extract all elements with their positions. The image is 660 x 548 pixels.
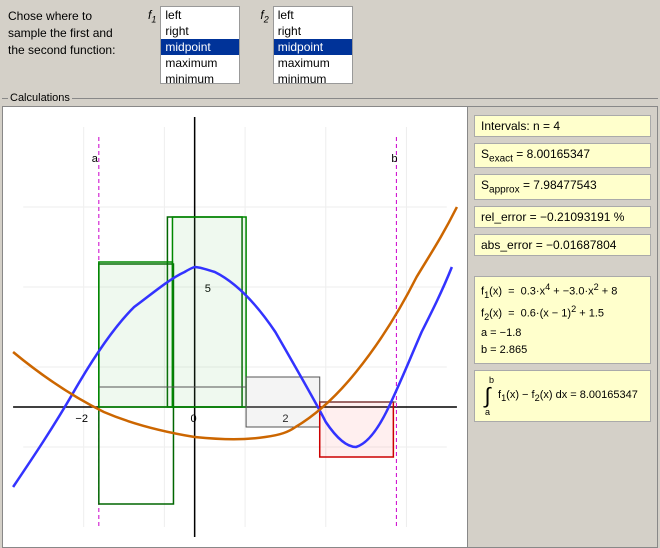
f2-left[interactable]: left: [274, 7, 352, 23]
f1-right[interactable]: right: [161, 23, 239, 39]
svg-text:−2: −2: [75, 413, 88, 425]
b-value: b = 2.865: [481, 342, 644, 360]
f2-label: f2: [260, 8, 268, 24]
svg-text:a: a: [92, 153, 99, 165]
instruction-line3: the second function:: [8, 43, 115, 57]
f1-maximum[interactable]: maximum: [161, 55, 239, 71]
rel-error-value: rel_error = −0.21093191 %: [481, 210, 624, 224]
f2-maximum[interactable]: maximum: [274, 55, 352, 71]
rel-error-box: rel_error = −0.21093191 %: [474, 206, 651, 228]
intervals-label: Intervals: n = 4: [481, 119, 560, 133]
formula2-line: f2(x) = 0.6·(x − 1)2 + 1.5: [481, 302, 644, 325]
svg-text:b: b: [391, 153, 397, 165]
main-area: −2 0 2 5 a b: [2, 106, 658, 548]
right-panel: Intervals: n = 4 Sexact = 8.00165347 Sap…: [467, 107, 657, 547]
integral-expression: f1(x) − f2(x) dx = 8.00165347: [498, 389, 638, 403]
f2-listbox[interactable]: left right midpoint maximum minimum: [273, 6, 353, 84]
s-approx-box: Sapprox = 7.98477543: [474, 174, 651, 199]
f1-selector: f1 left right midpoint maximum minimum: [148, 6, 240, 84]
formula-box: f1(x) = 0.3·x4 + −3.0·x2 + 8 f2(x) = 0.6…: [474, 276, 651, 364]
f1-midpoint[interactable]: midpoint: [161, 39, 239, 55]
abs-error-box: abs_error = −0.01687804: [474, 234, 651, 256]
f2-selector: f2 left right midpoint maximum minimum: [260, 6, 352, 84]
f1-listbox[interactable]: left right midpoint maximum minimum: [160, 6, 240, 84]
s-exact-box: Sexact = 8.00165347: [474, 143, 651, 168]
graph-area: −2 0 2 5 a b: [3, 107, 467, 547]
calc-label: Calculations: [8, 92, 72, 104]
f2-minimum[interactable]: minimum: [274, 71, 352, 84]
f1-label: f1: [148, 8, 156, 24]
svg-text:0: 0: [191, 413, 197, 425]
f2-midpoint[interactable]: midpoint: [274, 39, 352, 55]
s-exact-label: Sexact: [481, 147, 513, 161]
s-approx-label: Sapprox: [481, 178, 520, 192]
graph-svg: −2 0 2 5 a b: [3, 107, 467, 547]
instruction-text: Chose where to sample the first and the …: [8, 6, 138, 58]
s-approx-value: = 7.98477543: [523, 178, 597, 192]
intervals-box: Intervals: n = 4: [474, 115, 651, 137]
f2-right[interactable]: right: [274, 23, 352, 39]
integral-box: b ∫ a f1(x) − f2(x) dx = 8.00165347: [474, 370, 651, 422]
f1-minimum[interactable]: minimum: [161, 71, 239, 84]
abs-error-value: abs_error = −0.01687804: [481, 238, 616, 252]
f1-left[interactable]: left: [161, 7, 239, 23]
a-value: a = −1.8: [481, 325, 644, 343]
s-exact-value: = 8.00165347: [516, 147, 590, 161]
integral-symbol: ∫: [484, 385, 490, 407]
formula1-line: f1(x) = 0.3·x4 + −3.0·x2 + 8: [481, 280, 644, 303]
integral-lower: a: [485, 407, 490, 417]
